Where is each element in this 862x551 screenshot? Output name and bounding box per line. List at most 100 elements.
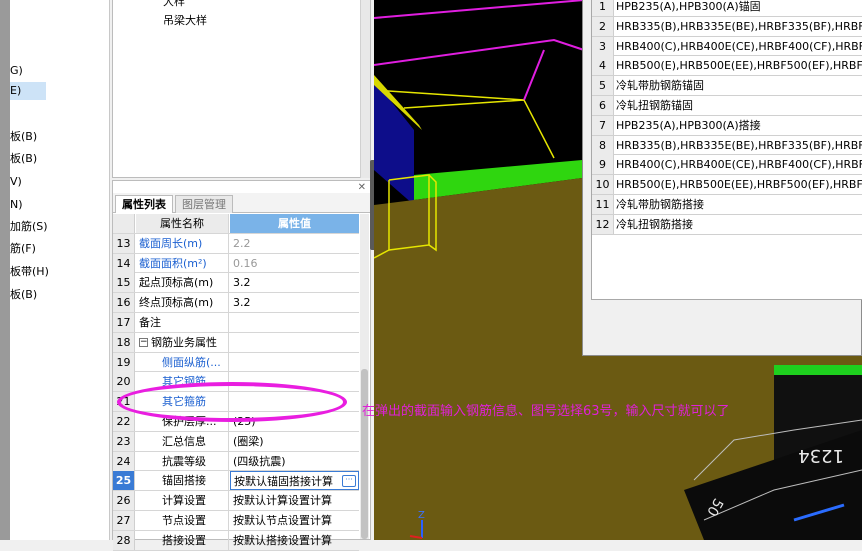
tab-layer-management[interactable]: 图层管理 (175, 195, 233, 213)
anchor-lap-row[interactable]: 1 HPB235(A),HPB300(A)锚固 (592, 0, 862, 17)
tree-scrollbar[interactable] (360, 0, 370, 178)
collapse-icon[interactable]: − (139, 338, 148, 348)
anchor-lap-row-label: HRB400(C),HRB400E(CE),HRBF400(CF),HRBF40 (616, 39, 862, 53)
property-value[interactable]: (圈梁) (230, 432, 359, 451)
property-row-number: 15 (113, 273, 135, 293)
component-type-item[interactable]: V) (10, 173, 22, 191)
property-row[interactable]: 25 锚固搭接 按默认锚固搭接计算 ··· (113, 471, 359, 492)
property-name: 锚固搭接 (136, 471, 229, 491)
anchor-lap-row[interactable]: 7 HPB235(A),HPB300(A)搭接 (592, 115, 862, 136)
property-name: 备注 (136, 312, 229, 332)
property-value[interactable]: 0.16 (230, 254, 359, 273)
property-row-number: 13 (113, 233, 135, 253)
anchor-lap-row[interactable]: 2 HRB335(B),HRB335E(BE),HRBF335(BF),HRBF3… (592, 16, 862, 37)
anchor-lap-row-number: 9 (592, 155, 614, 175)
property-value[interactable]: 3.2 (230, 273, 359, 292)
component-type-item[interactable]: 板带(H) (10, 263, 49, 281)
component-type-item[interactable]: 筋(F) (10, 240, 36, 258)
component-type-item[interactable]: G) (10, 62, 23, 80)
property-row[interactable]: 17 备注 (113, 312, 359, 333)
props-scrollbar[interactable] (360, 214, 369, 539)
anchor-lap-row-label: 冷轧带肋钢筋搭接 (616, 198, 704, 211)
property-value[interactable]: 按默认锚固搭接计算 ··· (230, 471, 359, 491)
property-name: − 钢筋业务属性 (136, 332, 229, 352)
property-value[interactable] (230, 333, 359, 352)
header-number-cell (113, 214, 135, 233)
property-value[interactable]: 3.2 (230, 293, 359, 312)
anchor-lap-row-label: HPB235(A),HPB300(A)搭接 (616, 118, 761, 132)
property-row[interactable]: 15 起点顶标高(m) 3.2 (113, 273, 359, 294)
close-icon[interactable]: ✕ (358, 182, 366, 193)
anchor-lap-row-label: HRB500(E),HRB500E(EE),HRBF500(EF),HRBF50 (616, 178, 862, 192)
anchor-lap-row[interactable]: 12 冷轧扭钢筋搭接 (592, 214, 862, 235)
property-name: 节点设置 (136, 510, 229, 530)
anchor-lap-row[interactable]: 4 HRB500(E),HRB500E(EE),HRBF500(EF),HRBF5… (592, 56, 862, 77)
anchor-lap-row-label: HRB500(E),HRB500E(EE),HRBF500(EF),HRBF50 (616, 59, 862, 73)
property-row-number: 25 (113, 471, 135, 491)
property-row[interactable]: 27 节点设置 按默认节点设置计算 (113, 510, 359, 531)
anchor-lap-row[interactable]: 6 冷轧扭钢筋锚固 (592, 96, 862, 116)
anchor-lap-row-label: 冷轧扭钢筋锚固 (616, 99, 693, 112)
anchor-lap-row[interactable]: 8 HRB335(B),HRB335E(BE),HRBF335(BF),HRBF3… (592, 135, 862, 156)
component-type-item[interactable]: N) (10, 196, 23, 214)
anchor-lap-settings-dialog: 1 HPB235(A),HPB300(A)锚固 2 HRB335(B),HRB335E… (582, 0, 862, 356)
tree-node-hanging-beam-detail[interactable]: 吊梁大样 (163, 12, 207, 28)
green-slab-right (774, 365, 862, 375)
property-row[interactable]: 24 抗震等级 (四级抗震) (113, 451, 359, 472)
property-row[interactable]: 16 终点顶标高(m) 3.2 (113, 293, 359, 313)
anchor-lap-row[interactable]: 3 HRB400(C),HRB400E(CE),HRBF400(CF),HRBF4… (592, 36, 862, 57)
component-type-item[interactable]: E) (10, 82, 46, 100)
property-value[interactable]: 2.2 (230, 234, 359, 253)
property-value[interactable]: 按默认计算设置计算 (230, 491, 359, 510)
property-value[interactable]: 按默认节点设置计算 (230, 511, 359, 530)
property-value[interactable]: (四级抗震) (230, 452, 359, 471)
anchor-lap-row-number: 6 (592, 96, 614, 115)
property-row[interactable]: 23 汇总信息 (圈梁) (113, 431, 359, 452)
anchor-lap-row-label: HRB400(C),HRB400E(CE),HRBF400(CF),HRBF40 (616, 158, 862, 172)
property-row-number: 23 (113, 431, 135, 451)
left-scrollbar[interactable] (0, 0, 10, 540)
property-name: 计算设置 (136, 491, 229, 511)
anchor-lap-row-number: 7 (592, 115, 614, 135)
property-row[interactable]: 18− 钢筋业务属性 (113, 332, 359, 353)
anchor-lap-row-number: 8 (592, 135, 614, 155)
anchor-lap-row-label: 冷轧带肋钢筋锚固 (616, 79, 704, 93)
tree-node-partial[interactable]: 大样 (163, 0, 185, 9)
anchor-lap-row[interactable]: 9 HRB400(C),HRB400E(CE),HRBF400(CF),HRBF4… (592, 155, 862, 176)
anchor-lap-row[interactable]: 11 冷轧带肋钢筋搭接 (592, 195, 862, 215)
property-row-number: 22 (113, 411, 135, 431)
tab-property-list[interactable]: 属性列表 (115, 195, 173, 213)
props-scroll-thumb[interactable] (361, 369, 368, 539)
anchor-lap-row[interactable]: 5 冷轧带肋钢筋锚固 (592, 76, 862, 96)
anchor-lap-row-number: 3 (592, 36, 614, 56)
anchor-lap-row-number: 5 (592, 76, 614, 96)
property-name: 侧面纵筋(... (136, 352, 229, 372)
ellipsis-button[interactable]: ··· (342, 475, 356, 488)
property-row-number: 28 (113, 530, 135, 550)
anchor-lap-table: 1 HPB235(A),HPB300(A)锚固 2 HRB335(B),HRB335E… (591, 0, 862, 300)
anchor-lap-row-number: 11 (592, 195, 614, 214)
property-row-number: 19 (113, 352, 135, 372)
property-grid-header: 属性名称 属性值 (113, 214, 359, 234)
property-value[interactable] (230, 313, 359, 332)
property-row[interactable]: 13 截面周长(m) 2.2 (113, 233, 359, 254)
property-row[interactable]: 14 截面面积(m²) 0.16 (113, 253, 359, 274)
component-type-item[interactable]: 加筋(S) (10, 218, 48, 236)
property-value[interactable] (230, 353, 359, 372)
anchor-lap-row-label: HRB335(B),HRB335E(BE),HRBF335(BF),HRBF33 (616, 138, 862, 152)
property-row[interactable]: 19 侧面纵筋(... (113, 352, 359, 373)
props-tabs: 属性列表 图层管理 (113, 193, 370, 213)
component-type-item[interactable]: 板(B) (10, 128, 37, 146)
property-name: 终点顶标高(m) (136, 293, 229, 313)
component-type-item[interactable]: 板(B) (10, 150, 37, 168)
anchor-lap-row-label: 冷轧扭钢筋搭接 (616, 217, 693, 231)
component-type-item[interactable]: 板(B) (10, 286, 37, 304)
property-value[interactable]: 按默认搭接设置计算 (230, 531, 359, 550)
property-row[interactable]: 26 计算设置 按默认计算设置计算 (113, 491, 359, 511)
anchor-lap-row[interactable]: 10 HRB500(E),HRB500E(EE),HRBF500(EF),HRBF… (592, 175, 862, 195)
property-row-number: 17 (113, 312, 135, 332)
property-name: 截面周长(m) (136, 233, 229, 253)
property-row-number: 24 (113, 451, 135, 471)
property-row[interactable]: 28 搭接设置 按默认搭接设置计算 (113, 530, 359, 551)
anchor-lap-row-label: HRB335(B),HRB335E(BE),HRBF335(BF),HRBF33 (616, 19, 862, 33)
